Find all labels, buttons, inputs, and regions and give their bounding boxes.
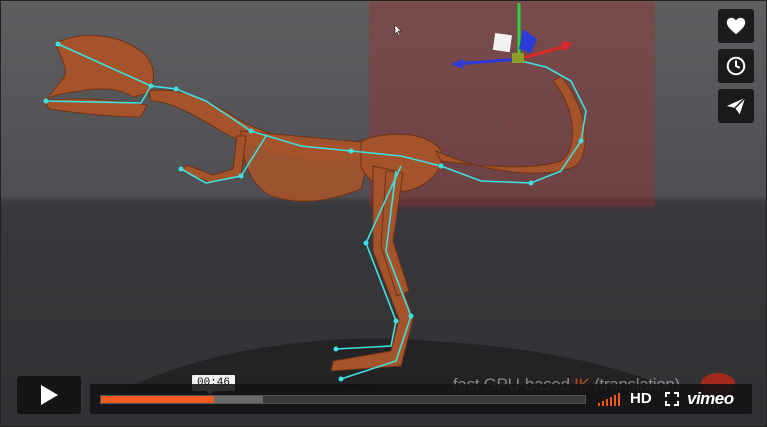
control-bar: HD vimeo xyxy=(90,384,752,414)
volume-control[interactable] xyxy=(598,393,620,406)
hd-toggle-button[interactable]: HD xyxy=(630,390,652,407)
video-player[interactable]: fast GPU-based IK (translation) 00:46 HD… xyxy=(0,0,767,427)
heart-icon xyxy=(726,17,746,35)
fullscreen-icon[interactable] xyxy=(665,392,679,406)
play-icon xyxy=(41,385,58,405)
vimeo-logo-link[interactable]: vimeo xyxy=(687,389,734,409)
progress-bar[interactable] xyxy=(100,395,586,404)
paper-plane-icon xyxy=(726,97,746,115)
clock-icon xyxy=(726,56,746,76)
watch-later-button[interactable] xyxy=(718,49,754,83)
like-button[interactable] xyxy=(718,9,754,43)
share-button[interactable] xyxy=(718,89,754,123)
play-button[interactable] xyxy=(17,376,81,414)
video-frame[interactable] xyxy=(1,1,767,427)
progress-played xyxy=(101,396,214,403)
side-actions xyxy=(718,9,754,129)
